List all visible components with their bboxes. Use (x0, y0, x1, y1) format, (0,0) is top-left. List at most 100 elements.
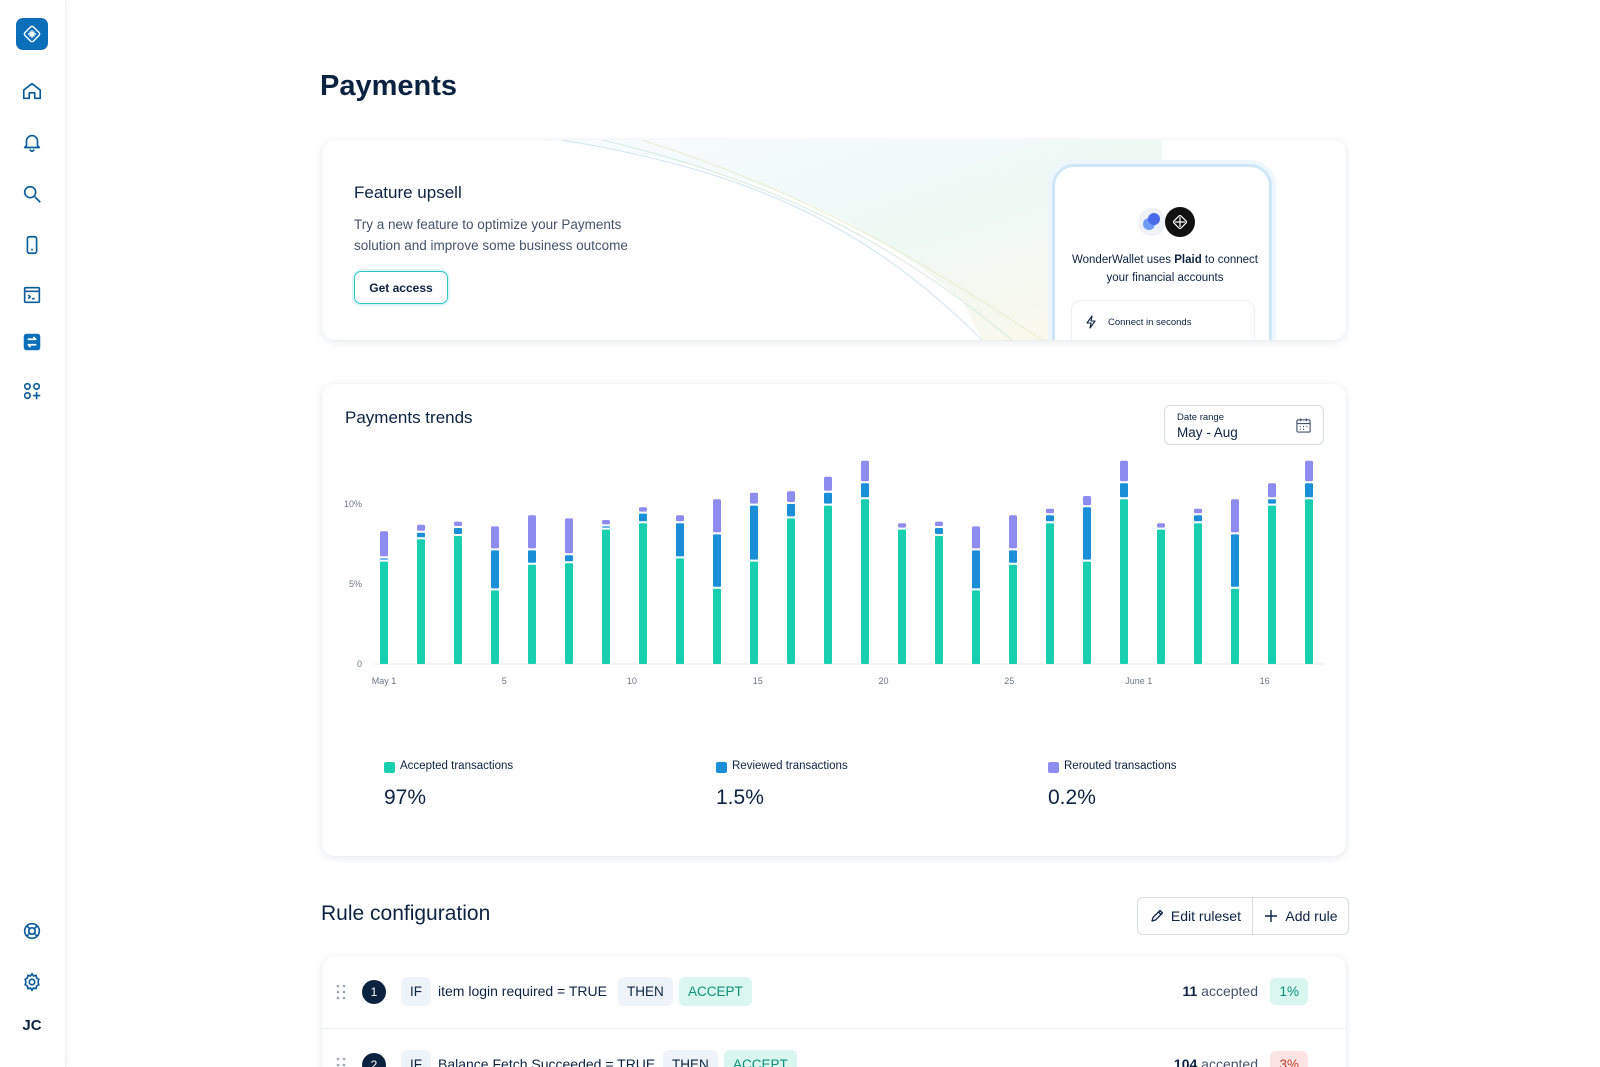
page-title: Payments (320, 70, 458, 102)
bar-segment (750, 505, 758, 560)
edit-ruleset-button[interactable]: Edit ruleset (1138, 898, 1253, 934)
nav-home[interactable] (18, 77, 46, 105)
add-rule-label: Add rule (1285, 908, 1338, 924)
bar-segment (380, 558, 388, 560)
nav-apps[interactable] (18, 377, 46, 405)
bar-segment (750, 561, 758, 664)
bar-segment (1009, 515, 1017, 549)
bar-segment (528, 515, 536, 549)
rule-condition: item login required = TRUE (438, 983, 607, 999)
help-icon (23, 922, 41, 940)
bar-segment (528, 564, 536, 664)
bar-segment (713, 534, 721, 587)
bar-segment (750, 492, 758, 504)
bar-segment (935, 536, 943, 664)
bar-segment (898, 523, 906, 528)
accepted-count-value: 11 (1182, 983, 1198, 999)
bar-segment (1305, 499, 1313, 664)
search-icon (23, 185, 41, 203)
drag-handle-icon[interactable] (336, 984, 346, 1000)
partner-logos-icon (1138, 207, 1195, 237)
bar-segment (639, 513, 647, 522)
rule-number: 1 (362, 980, 386, 1004)
nav-search[interactable] (18, 180, 46, 208)
bar-segment (1157, 523, 1165, 528)
bar-segment (1120, 460, 1128, 482)
legend-swatch-accepted (384, 762, 395, 773)
bar-segment (787, 504, 795, 517)
bar-segment (1120, 483, 1128, 498)
bar-segment (565, 518, 573, 554)
bar-segment (935, 521, 943, 526)
home-icon (22, 82, 42, 100)
x-tick-label: 10 (627, 676, 637, 686)
bar-segment (1305, 483, 1313, 498)
bar-segment (1120, 499, 1128, 664)
mobile-icon (26, 235, 38, 255)
get-access-button[interactable]: Get access (354, 271, 448, 304)
plus-icon (1265, 910, 1278, 922)
phone-row-text: Connect in seconds (1108, 317, 1192, 328)
feature-upsell-card: Feature upsell Try a new feature to opti… (322, 140, 1346, 340)
rule-percent-badge: 3% (1270, 1051, 1308, 1067)
edit-ruleset-label: Edit ruleset (1170, 908, 1241, 924)
bar-segment (491, 550, 499, 589)
rule-row[interactable]: 1 IF item login required = TRUE THEN ACC… (322, 956, 1346, 1028)
y-tick-label: 0 (357, 659, 362, 669)
nav-console[interactable] (18, 281, 46, 309)
nav-mobile[interactable] (18, 231, 46, 259)
nav-notifications[interactable] (18, 128, 46, 156)
bar-segment (565, 555, 573, 562)
plaid-logo-icon (23, 25, 41, 43)
bar-segment (676, 523, 684, 557)
legend-value-accepted: 97% (384, 786, 427, 809)
bar-segment (454, 521, 462, 526)
bar-segment (417, 539, 425, 664)
then-pill: THEN (663, 1050, 718, 1067)
bar-segment (1231, 588, 1239, 664)
bar-segment (417, 532, 425, 538)
bar-segment (972, 550, 980, 589)
bar-segment (1083, 507, 1091, 560)
phone-consent-text: WonderWallet uses Plaid to connect your … (1067, 251, 1263, 287)
drag-handle-icon[interactable] (336, 1057, 346, 1067)
legend-value-reviewed: 1.5% (716, 786, 764, 809)
rule-row[interactable]: 2 IF Balance Fetch Succeeded = TRUE THEN… (322, 1028, 1346, 1067)
user-avatar[interactable]: JC (14, 1017, 50, 1041)
settings-icon (24, 972, 40, 992)
bar-segment (861, 483, 869, 498)
bar-segment (1009, 564, 1017, 664)
x-tick-label: 20 (878, 676, 888, 686)
bar-segment (454, 528, 462, 534)
upsell-title: Feature upsell (354, 183, 462, 202)
app-logo[interactable] (16, 18, 48, 50)
x-tick-label: May 1 (372, 676, 397, 686)
action-pill: ACCEPT (679, 977, 752, 1006)
nav-payments[interactable] (18, 328, 46, 356)
ruleset-actions: Edit ruleset Add rule (1137, 897, 1349, 935)
nav-settings[interactable] (18, 968, 46, 996)
legend-value-rerouted: 0.2% (1048, 786, 1096, 809)
accepted-count-value: 104 (1173, 1056, 1198, 1067)
bar-segment (676, 558, 684, 664)
payments-trends-card: Payments trends Date range May - Aug 0 5%… (322, 384, 1346, 856)
phone-mockup: WonderWallet uses Plaid to connect your … (1052, 164, 1272, 340)
action-pill: ACCEPT (724, 1050, 797, 1067)
y-tick-label: 5% (349, 579, 362, 589)
bar-segment (787, 491, 795, 502)
add-rule-button[interactable]: Add rule (1253, 898, 1348, 934)
bar-segment (1231, 534, 1239, 587)
bar-segment (935, 528, 943, 534)
bar-segment (1009, 550, 1017, 563)
then-pill: THEN (618, 977, 673, 1006)
bar-segment (1194, 523, 1202, 664)
bar-segment (1268, 483, 1276, 498)
bar-segment (676, 515, 684, 522)
bar-segment (1046, 515, 1054, 522)
legend-swatch-rerouted (1048, 762, 1059, 773)
bar-segment (1046, 508, 1054, 514)
upsell-description: Try a new feature to optimize your Payme… (354, 217, 628, 253)
bar-segment (713, 499, 721, 533)
nav-help[interactable] (18, 917, 46, 945)
bar-segment (861, 499, 869, 664)
